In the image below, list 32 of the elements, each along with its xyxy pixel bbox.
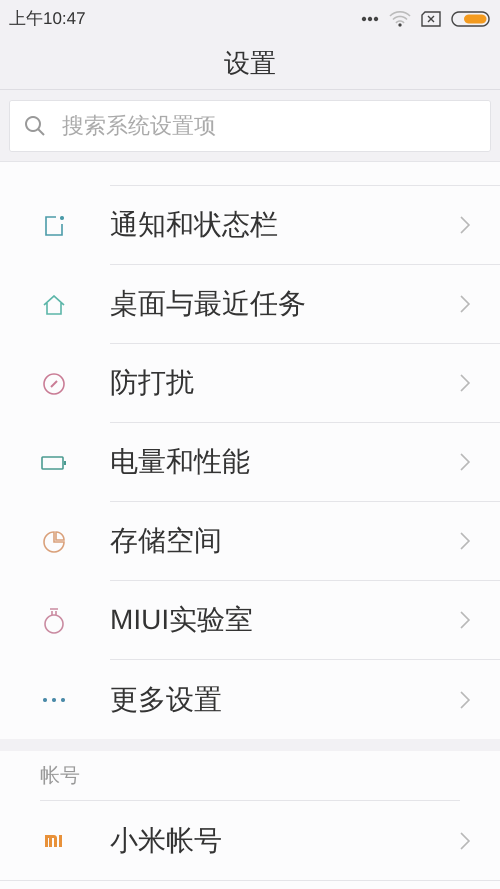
notification-icon [42, 214, 66, 238]
more-icon [42, 696, 66, 702]
section-title: 帐号 [40, 764, 80, 788]
chevron-right-icon [460, 295, 470, 313]
item-label: 桌面与最近任务 [110, 287, 307, 321]
search-field[interactable]: 搜索系统设置项 [9, 100, 491, 152]
item-label: 更多设置 [110, 682, 223, 716]
chevron-right-icon [460, 611, 470, 629]
chevron-right-icon [460, 690, 470, 708]
chevron-right-icon [460, 374, 470, 392]
item-label: MIUI实验室 [110, 603, 254, 637]
chevron-right-icon [460, 216, 470, 234]
compass-icon [42, 372, 66, 396]
flask-icon [42, 608, 66, 634]
home-icon [42, 292, 66, 316]
wifi-icon [389, 11, 411, 27]
page-title: 设置 [224, 47, 276, 80]
pie-chart-icon [42, 530, 66, 554]
status-time: 上午10:47 [9, 8, 86, 30]
chevron-right-icon [460, 532, 470, 550]
item-label: 防打扰 [110, 366, 195, 400]
item-label: 电量和性能 [110, 445, 251, 479]
chevron-right-icon [460, 832, 470, 850]
chevron-right-icon [460, 453, 470, 471]
item-label: 小米帐号 [110, 824, 223, 858]
item-label: 存储空间 [110, 524, 223, 558]
search-icon [24, 114, 46, 136]
battery-icon [451, 11, 491, 27]
item-label: 通知和状态栏 [110, 208, 279, 242]
mi-logo-icon [44, 832, 64, 848]
more-icon [361, 16, 379, 22]
no-sim-icon [421, 11, 441, 27]
